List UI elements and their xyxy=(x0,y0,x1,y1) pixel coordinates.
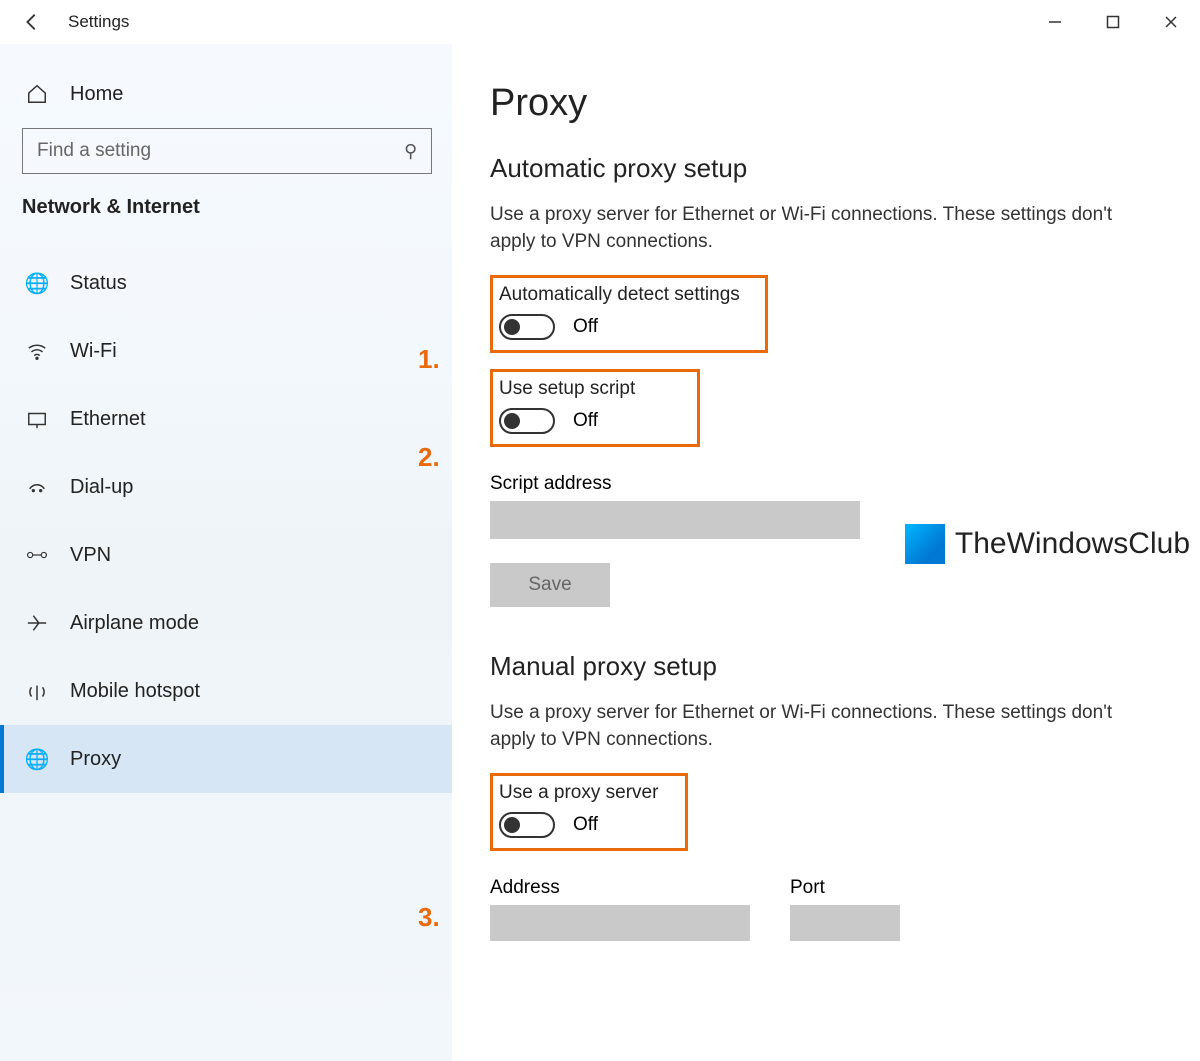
wifi-icon xyxy=(22,340,52,362)
use-proxy-state: Off xyxy=(573,814,598,836)
sidebar-item-label: Proxy xyxy=(70,748,121,771)
use-proxy-block: Use a proxy server Off xyxy=(490,773,688,851)
setup-script-state: Off xyxy=(573,410,598,432)
annotation-1: 1. xyxy=(418,344,440,375)
save-button-label: Save xyxy=(528,574,571,596)
auto-heading: Automatic proxy setup xyxy=(490,153,1172,184)
sidebar-item-label: Dial-up xyxy=(70,476,133,499)
sidebar-item-hotspot[interactable]: Mobile hotspot xyxy=(0,657,452,725)
watermark: TheWindowsClub xyxy=(905,524,1190,564)
manual-description: Use a proxy server for Ethernet or Wi-Fi… xyxy=(490,700,1150,753)
back-button[interactable] xyxy=(10,0,54,44)
home-icon xyxy=(22,83,52,105)
search-input[interactable]: Find a setting ⚲ xyxy=(22,128,432,174)
setup-script-label: Use setup script xyxy=(499,378,687,400)
sidebar-item-label: Status xyxy=(70,272,127,295)
sidebar-item-label: Mobile hotspot xyxy=(70,680,200,703)
sidebar-item-vpn[interactable]: VPN xyxy=(0,521,452,589)
script-address-input xyxy=(490,501,860,539)
sidebar-item-label: Wi-Fi xyxy=(70,340,117,363)
sidebar-section-heading: Network & Internet xyxy=(0,174,452,229)
auto-detect-block: Automatically detect settings Off xyxy=(490,275,768,353)
globe-icon: 🌐 xyxy=(22,271,52,296)
search-icon: ⚲ xyxy=(404,141,417,162)
sidebar-item-airplane[interactable]: Airplane mode xyxy=(0,589,452,657)
content-pane: Proxy Automatic proxy setup Use a proxy … xyxy=(452,44,1200,1061)
auto-detect-state: Off xyxy=(573,316,598,338)
watermark-text: TheWindowsClub xyxy=(955,527,1190,561)
save-button: Save xyxy=(490,563,610,607)
auto-detect-label: Automatically detect settings xyxy=(499,284,755,306)
search-placeholder: Find a setting xyxy=(37,140,404,162)
auto-detect-toggle[interactable] xyxy=(499,314,555,340)
port-label: Port xyxy=(790,877,900,899)
window-title: Settings xyxy=(68,12,129,32)
annotation-2: 2. xyxy=(418,442,440,473)
setup-script-block: Use setup script Off xyxy=(490,369,700,447)
dialup-icon xyxy=(22,476,52,498)
sidebar-item-status[interactable]: 🌐 Status xyxy=(0,249,452,317)
titlebar: Settings xyxy=(0,0,1200,44)
airplane-icon xyxy=(22,612,52,634)
use-proxy-toggle[interactable] xyxy=(499,812,555,838)
address-label: Address xyxy=(490,877,750,899)
sidebar-item-label: Airplane mode xyxy=(70,612,199,635)
sidebar-item-wifi[interactable]: Wi-Fi xyxy=(0,317,452,385)
close-button[interactable] xyxy=(1142,0,1200,44)
setup-script-toggle[interactable] xyxy=(499,408,555,434)
port-input xyxy=(790,905,900,941)
sidebar-item-dialup[interactable]: Dial-up xyxy=(0,453,452,521)
maximize-button[interactable] xyxy=(1084,0,1142,44)
manual-heading: Manual proxy setup xyxy=(490,651,1172,682)
sidebar: Home Find a setting ⚲ Network & Internet… xyxy=(0,44,452,1061)
sidebar-home-label: Home xyxy=(70,83,123,106)
minimize-button[interactable] xyxy=(1026,0,1084,44)
address-input xyxy=(490,905,750,941)
annotation-3: 3. xyxy=(418,902,440,933)
sidebar-item-label: VPN xyxy=(70,544,111,567)
sidebar-item-proxy[interactable]: 🌐 Proxy xyxy=(0,725,452,793)
vpn-icon xyxy=(22,544,52,566)
sidebar-home[interactable]: Home xyxy=(0,70,452,118)
globe-icon: 🌐 xyxy=(22,747,52,772)
hotspot-icon xyxy=(22,680,52,702)
use-proxy-label: Use a proxy server xyxy=(499,782,675,804)
watermark-logo-icon xyxy=(905,524,945,564)
page-title: Proxy xyxy=(490,82,1172,125)
sidebar-item-ethernet[interactable]: Ethernet xyxy=(0,385,452,453)
auto-description: Use a proxy server for Ethernet or Wi-Fi… xyxy=(490,202,1150,255)
ethernet-icon xyxy=(22,408,52,430)
sidebar-item-label: Ethernet xyxy=(70,408,146,431)
script-address-label: Script address xyxy=(490,473,1172,495)
